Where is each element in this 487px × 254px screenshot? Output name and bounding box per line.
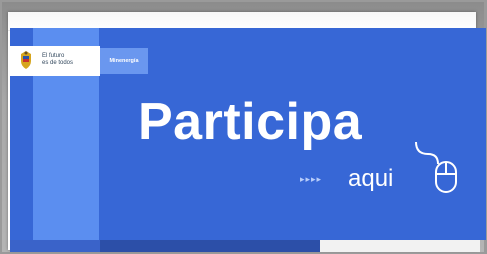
government-slogan: El futuro es de todos	[42, 53, 82, 67]
banner-bottom-bar-left	[10, 240, 100, 252]
mouse-click-icon	[415, 141, 457, 193]
banner-bottom-gap	[320, 240, 480, 252]
arrow-indicators: ▸▸▸▸	[300, 174, 323, 184]
slogan-line-2: es de todos	[42, 60, 74, 66]
banner-headline: Participa	[138, 93, 363, 151]
slogan-line-1: El futuro	[42, 53, 65, 59]
banner-call-to-action[interactable]: aqui	[348, 166, 393, 192]
ministry-tag: Minenergía	[100, 48, 148, 74]
crest-icon	[21, 51, 31, 69]
